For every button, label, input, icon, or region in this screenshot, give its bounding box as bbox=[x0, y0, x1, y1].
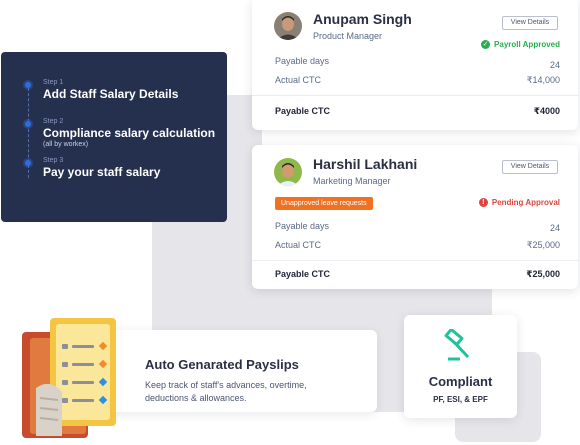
compliant-feature-card: Compliant PF, ESI, & EPF bbox=[404, 315, 517, 418]
step-title: Add Staff Salary Details bbox=[43, 87, 179, 101]
status-badge: ✓ Payroll Approved bbox=[481, 40, 560, 49]
payable-ctc-row: Payable CTC ₹4000 bbox=[275, 106, 560, 117]
step-title: Pay your staff salary bbox=[43, 165, 161, 179]
feature-subtitle: PF, ESI, & EPF bbox=[433, 395, 488, 404]
step-dot-icon bbox=[25, 82, 31, 88]
row-value: ₹25,000 bbox=[526, 240, 560, 250]
row-label: Payable CTC bbox=[275, 106, 331, 116]
step-1: Step 1 Add Staff Salary Details bbox=[25, 78, 227, 101]
status-label: Payroll Approved bbox=[494, 40, 560, 49]
steps-panel: Step 1 Add Staff Salary Details Step 2 C… bbox=[1, 52, 227, 222]
employee-role: Product Manager bbox=[313, 31, 383, 41]
row-label: Actual CTC bbox=[275, 240, 322, 250]
status-label: Pending Approval bbox=[491, 198, 560, 207]
divider bbox=[252, 95, 578, 96]
step-subtitle: (all by workex) bbox=[43, 141, 89, 148]
step-number: Step 3 bbox=[43, 157, 64, 164]
step-number: Step 1 bbox=[43, 79, 64, 86]
divider bbox=[252, 260, 578, 261]
row-label: Payable CTC bbox=[275, 269, 331, 279]
row-label: Actual CTC bbox=[275, 75, 322, 85]
avatar bbox=[274, 158, 302, 186]
row-label: Payable days bbox=[275, 56, 330, 66]
row-value: 24 bbox=[549, 223, 560, 233]
employee-card: Harshil Lakhani Marketing Manager View D… bbox=[252, 145, 578, 289]
document-list-icon bbox=[20, 318, 120, 440]
row-value: ₹25,000 bbox=[526, 269, 560, 279]
leave-warning-badge[interactable]: Unapproved leave requests bbox=[275, 197, 373, 210]
actual-ctc-row: Actual CTC ₹14,000 bbox=[275, 75, 560, 86]
row-label: Payable days bbox=[275, 221, 330, 231]
employee-role: Marketing Manager bbox=[313, 176, 391, 186]
feature-description: Keep track of staff's advances, overtime… bbox=[145, 380, 307, 403]
status-badge: ! Pending Approval bbox=[478, 198, 560, 207]
step-title: Compliance salary calculation bbox=[43, 126, 216, 140]
row-value: 24 bbox=[549, 60, 560, 70]
feature-title: Compliant bbox=[428, 374, 493, 389]
payable-days-row: Payable days 24 bbox=[275, 221, 560, 233]
alert-circle-icon: ! bbox=[478, 198, 488, 207]
row-value: ₹4000 bbox=[533, 106, 560, 116]
step-2: Step 2 Compliance salary calculation (al… bbox=[25, 117, 227, 149]
gavel-icon bbox=[444, 329, 470, 361]
avatar bbox=[274, 12, 302, 40]
view-details-button[interactable]: View Details bbox=[502, 16, 558, 30]
step-number: Step 2 bbox=[43, 118, 64, 125]
view-details-button[interactable]: View Details bbox=[502, 160, 558, 174]
step-3: Step 3 Pay your staff salary bbox=[25, 156, 227, 179]
row-value: ₹14,000 bbox=[526, 75, 560, 85]
step-dot-icon bbox=[25, 160, 31, 166]
feature-title: Auto Genarated Payslips bbox=[145, 357, 299, 372]
actual-ctc-row: Actual CTC ₹25,000 bbox=[275, 240, 560, 251]
payable-days-row: Payable days 24 bbox=[275, 56, 560, 70]
step-dot-icon bbox=[25, 121, 31, 127]
employee-card: Anupam Singh Product Manager View Detail… bbox=[252, 0, 578, 130]
check-circle-icon: ✓ bbox=[481, 40, 491, 49]
employee-name: Anupam Singh bbox=[313, 11, 412, 27]
employee-name: Harshil Lakhani bbox=[313, 156, 418, 172]
payable-ctc-row: Payable CTC ₹25,000 bbox=[275, 269, 560, 280]
